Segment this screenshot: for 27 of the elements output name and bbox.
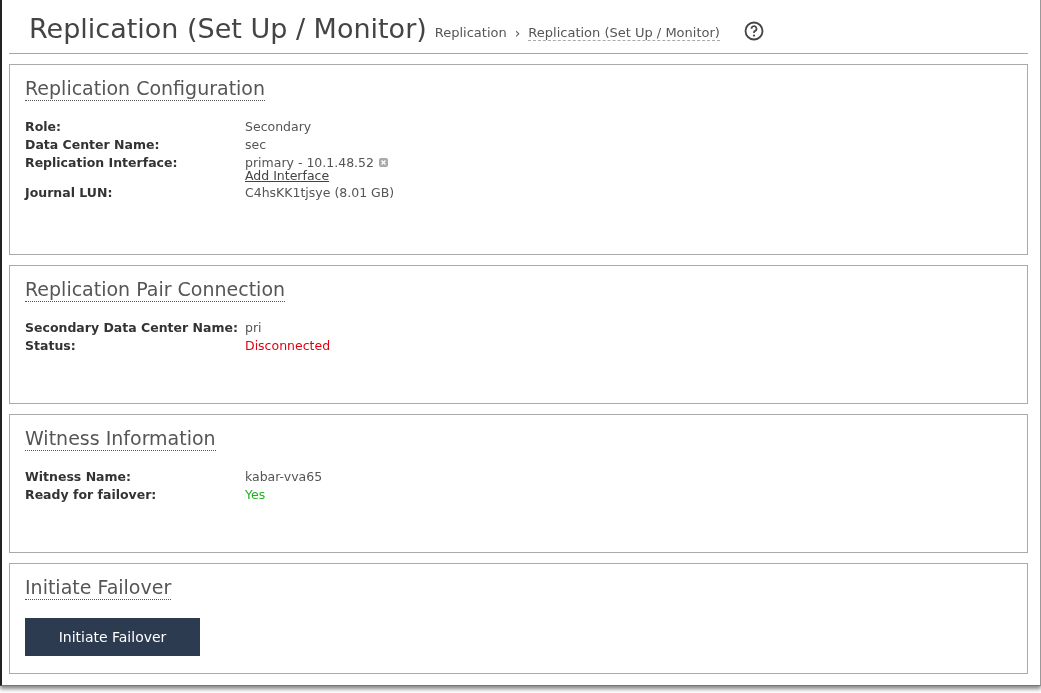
- field-label: Status:: [25, 337, 77, 353]
- field-value: Secondary: [245, 118, 313, 134]
- breadcrumb-link[interactable]: Replication (Set Up / Monitor): [528, 24, 720, 41]
- page-title: Replication (Set Up / Monitor): [29, 13, 427, 44]
- field-label: Ready for failover:: [25, 486, 158, 502]
- section-title: Witness Information: [25, 427, 216, 451]
- section-title: Replication Pair Connection: [25, 278, 286, 302]
- field-label: Journal LUN:: [25, 185, 114, 201]
- field-value: pri: [245, 319, 263, 335]
- field-label: Secondary Data Center Name:: [25, 319, 239, 335]
- field-value: primary - 10.1.48.52: [245, 154, 374, 170]
- field-label: Role:: [25, 118, 62, 134]
- field-value: Disconnected: [245, 337, 332, 353]
- breadcrumb-separator: ›: [514, 24, 521, 41]
- initiate-failover-button[interactable]: Initiate Failover: [25, 617, 200, 656]
- field-value: Yes: [245, 486, 267, 502]
- help-icon[interactable]: [743, 20, 764, 41]
- section-title: Initiate Failover: [25, 576, 172, 600]
- field-value: C4hsKK1tjsye (8.01 GB): [245, 185, 396, 201]
- field-label: Witness Name:: [25, 468, 133, 484]
- field-label: Data Center Name:: [25, 136, 161, 152]
- breadcrumb-link[interactable]: Replication: [434, 25, 507, 40]
- field-value: kabar-vva65: [245, 468, 324, 484]
- add-interface-link[interactable]: Add Interface: [245, 169, 330, 183]
- field-label: Replication Interface:: [25, 154, 179, 172]
- section-title: Replication Configuration: [25, 77, 266, 101]
- field-value: sec: [245, 136, 268, 152]
